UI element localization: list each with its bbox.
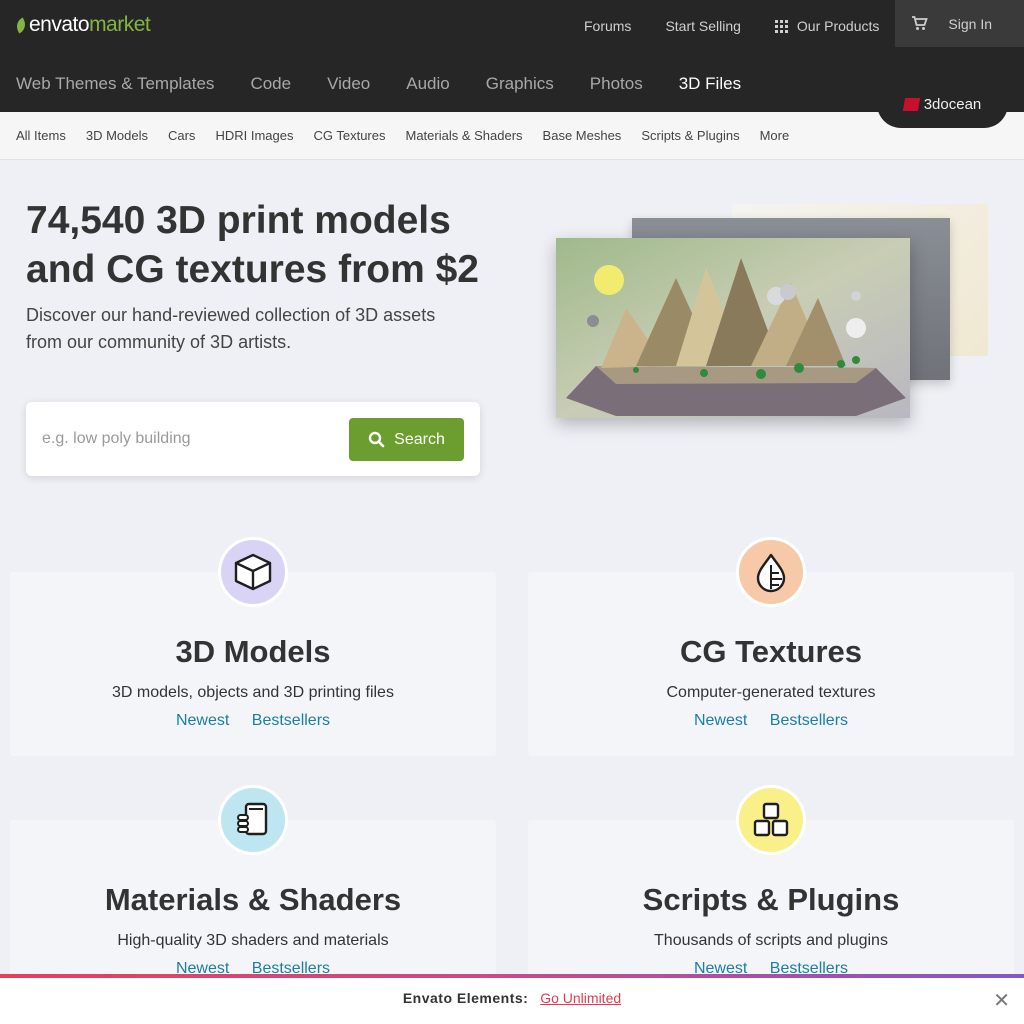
subnav-materials-shaders[interactable]: Materials & Shaders (405, 128, 522, 143)
sub-nav: All Items 3D Models Cars HDRI Images CG … (0, 112, 1024, 160)
category-code[interactable]: Code (250, 74, 291, 94)
card-title: CG Textures (679, 634, 863, 669)
category-3d-files[interactable]: 3D Files (679, 74, 741, 94)
top-bar: envato market Forums Start Selling Our P… (0, 0, 1024, 52)
category-audio[interactable]: Audio (406, 74, 449, 94)
search-button[interactable]: Search (349, 418, 464, 461)
hero-subtitle: Discover our hand-reviewed collection of… (26, 305, 436, 352)
cart-icon[interactable] (911, 16, 929, 31)
sign-in-area[interactable]: Sign In (895, 0, 1024, 47)
sign-in-link[interactable]: Sign In (948, 16, 992, 32)
3docean-logo-icon (902, 97, 920, 111)
envato-elements-banner: Envato Elements: Go Unlimited ✕ (0, 974, 1024, 1024)
low-poly-island-image (556, 238, 910, 418)
logo-text-envato: envato (29, 13, 90, 36)
search-box: Search (26, 402, 480, 476)
banner-label: Envato Elements: (402, 990, 529, 1006)
card-title: Materials & Shaders (104, 882, 402, 917)
subnav-3d-models[interactable]: 3D Models (86, 128, 148, 143)
category-web-themes[interactable]: Web Themes & Templates (16, 74, 214, 94)
3docean-badge[interactable]: 3docean (877, 80, 1008, 128)
forums-link[interactable]: Forums (584, 18, 631, 34)
subnav-more[interactable]: More (760, 128, 790, 143)
card-title: Scripts & Plugins (642, 882, 900, 917)
our-products-label: Our Products (796, 18, 880, 34)
logo-text-market: market (89, 13, 151, 36)
leaf-icon (13, 16, 29, 34)
card-description: High-quality 3D shaders and materials (117, 932, 389, 949)
search-icon (368, 431, 385, 448)
3docean-label: 3docean (923, 95, 982, 113)
cube-icon (218, 537, 288, 607)
category-nav: Web Themes & Templates Code Video Audio … (0, 52, 1024, 112)
card-description: Computer-generated textures (666, 684, 876, 701)
card-description: 3D models, objects and 3D printing files (112, 684, 394, 701)
envato-market-logo[interactable]: envato market (13, 13, 151, 37)
subnav-all-items[interactable]: All Items (16, 128, 66, 143)
start-selling-link[interactable]: Start Selling (665, 18, 740, 34)
category-photos[interactable]: Photos (590, 74, 643, 94)
subnav-cg-textures[interactable]: CG Textures (313, 128, 385, 143)
search-input[interactable] (42, 424, 342, 454)
hero-title: 74,540 3D print models and CG textures f… (26, 199, 479, 291)
bestsellers-link[interactable]: Bestsellers (770, 712, 848, 729)
subnav-hdri-images[interactable]: HDRI Images (215, 128, 293, 143)
newest-link[interactable]: Newest (694, 712, 747, 729)
blocks-icon (736, 785, 806, 855)
go-unlimited-link[interactable]: Go Unlimited (540, 990, 621, 1006)
category-graphics[interactable]: Graphics (486, 74, 554, 94)
close-icon[interactable]: ✕ (993, 988, 1010, 1013)
search-button-label: Search (394, 430, 445, 448)
subnav-scripts-plugins[interactable]: Scripts & Plugins (641, 128, 739, 143)
our-products-button[interactable]: Our Products (774, 18, 880, 34)
subnav-cars[interactable]: Cars (168, 128, 195, 143)
newest-link[interactable]: Newest (176, 712, 229, 729)
subnav-base-meshes[interactable]: Base Meshes (543, 128, 622, 143)
category-video[interactable]: Video (327, 74, 370, 94)
bestsellers-link[interactable]: Bestsellers (252, 712, 330, 729)
hero-artwork (556, 200, 996, 430)
materials-icon (218, 785, 288, 855)
drop-icon (736, 537, 806, 607)
banner-gradient-bar (0, 974, 1024, 978)
card-description: Thousands of scripts and plugins (654, 932, 888, 949)
card-title: 3D Models (175, 634, 331, 669)
grid-icon (774, 19, 788, 33)
